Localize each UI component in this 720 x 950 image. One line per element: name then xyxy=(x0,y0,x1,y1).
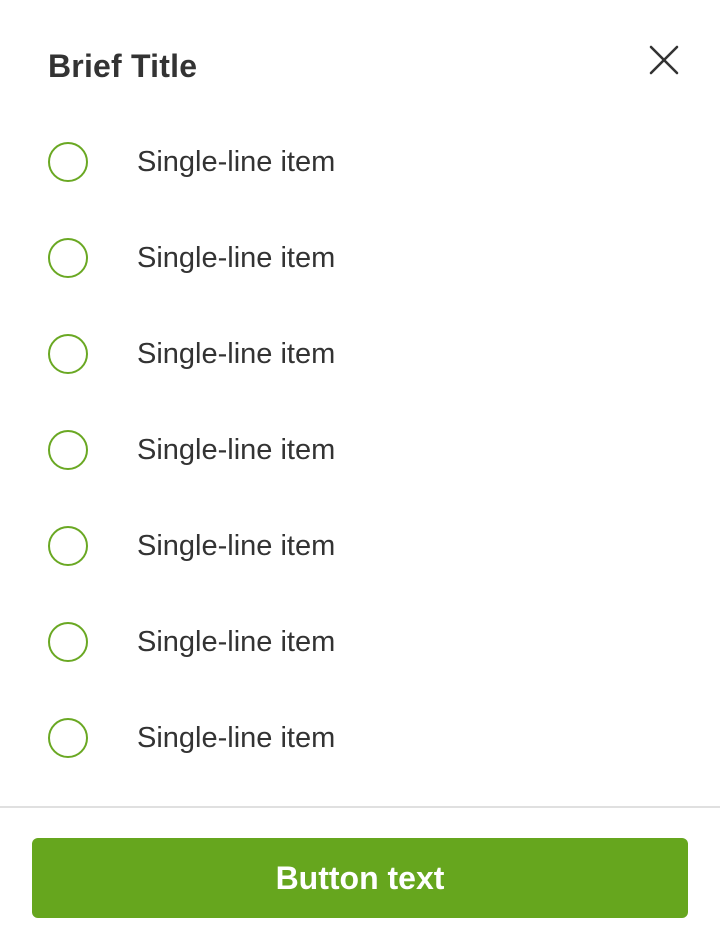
list-item-label: Single-line item xyxy=(137,434,336,466)
radio-button[interactable] xyxy=(48,526,88,566)
list-item[interactable]: Single-line item xyxy=(0,402,720,498)
list-item[interactable]: Single-line item xyxy=(0,498,720,594)
radio-button[interactable] xyxy=(48,430,88,470)
list-item-label: Single-line item xyxy=(137,530,336,562)
close-icon xyxy=(649,45,679,75)
list-item[interactable]: Single-line item xyxy=(0,114,720,210)
dialog-title: Brief Title xyxy=(48,48,198,84)
list-item[interactable]: Single-line item xyxy=(0,210,720,306)
list-item[interactable]: Single-line item xyxy=(0,594,720,690)
primary-action-button[interactable]: Button text xyxy=(32,838,688,918)
list-item-label: Single-line item xyxy=(137,722,336,754)
footer-divider xyxy=(0,806,720,808)
list-item-label: Single-line item xyxy=(137,242,336,274)
dialog-header: Brief Title xyxy=(0,0,720,130)
radio-button[interactable] xyxy=(48,622,88,662)
radio-list: Single-line item Single-line item Single… xyxy=(0,114,720,786)
list-item[interactable]: Single-line item xyxy=(0,690,720,786)
radio-button[interactable] xyxy=(48,142,88,182)
close-button[interactable] xyxy=(642,38,686,82)
list-item-label: Single-line item xyxy=(137,338,336,370)
radio-button[interactable] xyxy=(48,334,88,374)
radio-button[interactable] xyxy=(48,238,88,278)
radio-button[interactable] xyxy=(48,718,88,758)
list-item-label: Single-line item xyxy=(137,626,336,658)
list-item[interactable]: Single-line item xyxy=(0,306,720,402)
bottom-sheet-dialog: Brief Title Single-line item Single-line… xyxy=(0,0,720,950)
list-item-label: Single-line item xyxy=(137,146,336,178)
